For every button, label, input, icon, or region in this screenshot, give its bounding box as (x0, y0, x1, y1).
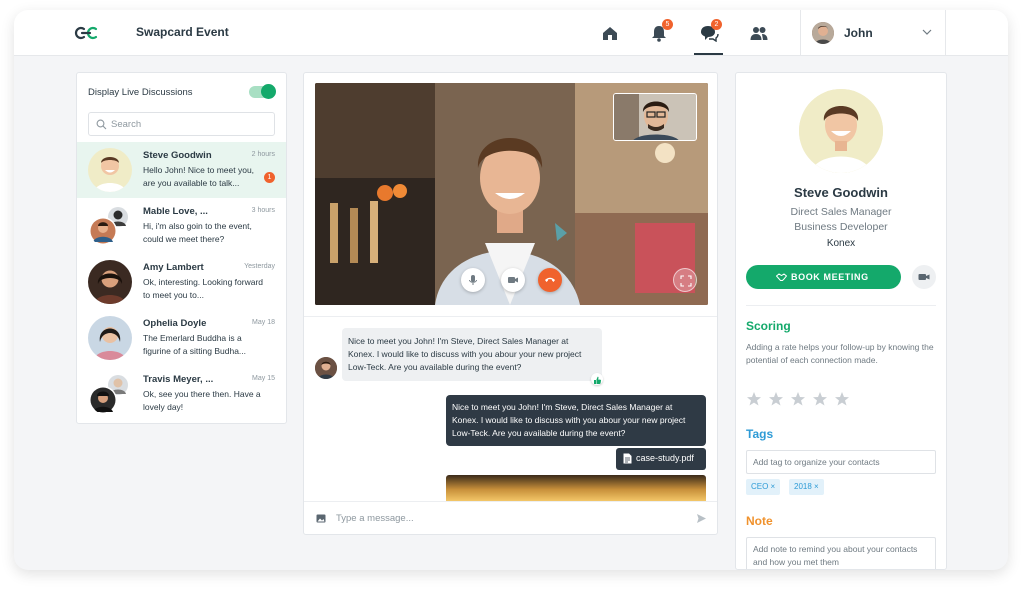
active-tab-indicator (694, 53, 723, 55)
avatar (88, 260, 132, 304)
chat-panel: Nice to meet you John! I'm Steve, Direct… (303, 72, 718, 535)
fullscreen-icon (680, 275, 692, 287)
video-call (315, 83, 708, 305)
star-icon[interactable] (790, 391, 806, 407)
conversation-name: Steve Goodwin (143, 150, 212, 161)
book-meeting-button[interactable]: BOOK MEETING (746, 265, 901, 289)
conversation-preview: Ok, interesting. Looking forward to meet… (143, 277, 264, 300)
header-divider (945, 10, 946, 56)
star-icon[interactable] (768, 391, 784, 407)
tag-input[interactable] (746, 450, 936, 474)
divider (746, 305, 936, 306)
search-box[interactable] (88, 112, 275, 136)
toggle-knob (261, 84, 276, 99)
conversation-time: May 15 (252, 375, 275, 382)
chevron-down-icon[interactable] (922, 28, 932, 36)
incoming-message: Nice to meet you John! I'm Steve, Direct… (342, 328, 602, 381)
avatar (88, 316, 132, 360)
chat-badge: 2 (711, 19, 722, 30)
search-icon (96, 119, 107, 130)
app-title: Swapcard Event (136, 25, 229, 39)
profile-role: Business Developer (794, 221, 888, 233)
end-call-button[interactable] (538, 268, 562, 292)
conversation-time: 2 hours (251, 151, 275, 158)
live-discussions-label: Display Live Discussions (88, 87, 193, 98)
home-icon[interactable] (600, 24, 620, 42)
mic-button[interactable] (461, 268, 485, 292)
conversation-time: 3 hours (251, 207, 275, 214)
star-icon[interactable] (746, 391, 762, 407)
user-divider (800, 10, 801, 56)
message-input[interactable] (336, 511, 666, 526)
conversation-preview: Hello John! Nice to meet you, are you av… (143, 165, 255, 188)
divider (304, 316, 717, 317)
profile-name: Steve Goodwin (794, 185, 888, 200)
self-view[interactable] (613, 93, 697, 141)
conversation-item[interactable]: Ophelia Doyle May 18 The Emerlard Buddha… (77, 310, 286, 366)
live-discussions-toggle[interactable] (249, 84, 276, 99)
divider (304, 501, 717, 502)
conversation-item[interactable]: Travis Meyer, ... May 15 Ok, see you the… (77, 366, 286, 422)
handshake-icon (776, 273, 787, 281)
conversation-time: May 18 (252, 319, 275, 326)
tags-title: Tags (746, 427, 774, 441)
camera-icon (508, 277, 518, 283)
camera-button[interactable] (501, 268, 525, 292)
people-icon[interactable] (749, 24, 769, 42)
conversation-name: Ophelia Doyle (143, 318, 207, 329)
tag-chip[interactable]: CEO × (746, 479, 781, 495)
search-input[interactable] (111, 117, 261, 132)
conversations-panel: Display Live Discussions Steve Goodwin 2… (76, 72, 287, 424)
profile-panel: Steve Goodwin Direct Sales Manager Busin… (735, 72, 947, 570)
scoring-title: Scoring (746, 319, 791, 333)
conversation-name: Amy Lambert (143, 262, 204, 273)
group-avatar (88, 372, 132, 416)
star-icon[interactable] (812, 391, 828, 407)
send-icon[interactable] (696, 513, 707, 524)
conversation-preview: The Emerlard Buddha is a figurine of a s… (143, 333, 247, 356)
avatar (315, 357, 337, 379)
user-name[interactable]: John (844, 26, 873, 40)
like-icon[interactable] (591, 373, 603, 385)
avatar[interactable] (812, 22, 834, 44)
video-icon (918, 274, 930, 280)
hangup-icon (545, 277, 555, 282)
star-icon[interactable] (834, 391, 850, 407)
conversation-preview: Ok, see you there then. Have a lovely da… (143, 389, 261, 412)
image-icon[interactable] (316, 514, 326, 523)
group-avatar (88, 204, 132, 248)
video-call-button[interactable] (912, 265, 936, 289)
rating-stars[interactable] (746, 391, 856, 409)
conversation-preview: Hi, i'm also goin to the event, could we… (143, 221, 252, 244)
notification-badge: 5 (662, 19, 673, 30)
file-attachment[interactable]: case-study.pdf (616, 448, 706, 470)
avatar (88, 148, 132, 192)
file-icon (623, 453, 632, 464)
file-name: case-study.pdf (636, 453, 694, 463)
scoring-description: Adding a rate helps your follow-up by kn… (746, 342, 934, 365)
app-window: Swapcard Event 5 2 John Display Live Dis… (14, 10, 1008, 570)
profile-role: Direct Sales Manager (790, 206, 892, 218)
book-meeting-label: BOOK MEETING (791, 272, 869, 282)
avatar (799, 89, 883, 173)
tag-chip[interactable]: 2018 × (789, 479, 824, 495)
logo-icon[interactable] (74, 25, 98, 41)
conversation-item[interactable]: Steve Goodwin 2 hours Hello John! Nice t… (77, 142, 286, 198)
outgoing-message: Nice to meet you John! I'm Steve, Direct… (446, 395, 706, 446)
note-title: Note (746, 514, 773, 528)
top-header: Swapcard Event 5 2 John (14, 10, 1008, 56)
unread-badge: 1 (264, 172, 275, 183)
conversation-item[interactable]: Amy Lambert Yesterday Ok, interesting. L… (77, 254, 286, 310)
image-attachment[interactable] (446, 475, 706, 501)
conversation-time: Yesterday (244, 263, 275, 270)
conversation-name: Travis Meyer, ... (143, 374, 214, 385)
conversation-item[interactable]: Mable Love, ... 3 hours Hi, i'm also goi… (77, 198, 286, 254)
profile-company: Konex (826, 238, 856, 249)
mic-icon (469, 275, 477, 285)
note-input[interactable] (746, 537, 936, 569)
conversation-name: Mable Love, ... (143, 206, 208, 217)
fullscreen-button[interactable] (673, 268, 697, 292)
